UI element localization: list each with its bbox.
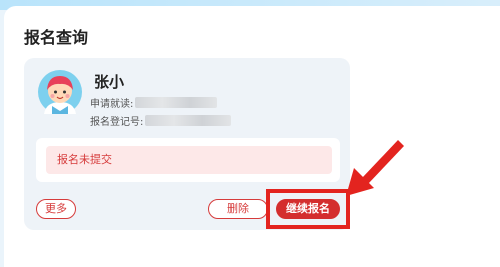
school-value-redacted [135,97,218,108]
reg-no-label: 报名登记号: [90,117,144,128]
school-row: 申请就读: [90,95,218,110]
school-label: 申请就读: [90,99,134,110]
reg-no-value-redacted [145,115,232,126]
reg-no-row: 报名登记号: [90,113,232,128]
red-arrow-icon [346,140,404,196]
annotation-highlight-box [266,189,350,229]
student-name: 张小 [94,73,125,91]
status-banner: 报名未提交 [46,146,332,174]
page-title: 报名查询 [24,28,89,47]
more-button[interactable]: 更多 [36,199,76,219]
delete-button[interactable]: 删除 [208,199,268,219]
child-avatar-icon [38,70,82,114]
